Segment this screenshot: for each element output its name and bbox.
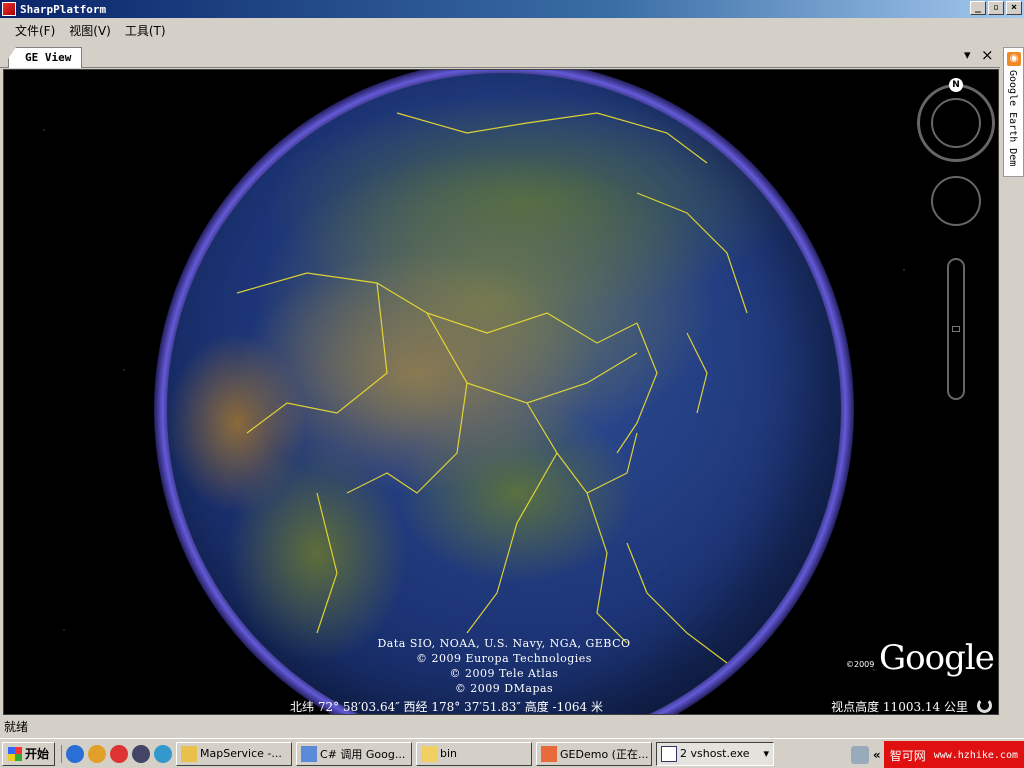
look-joystick[interactable] xyxy=(931,98,981,148)
media-icon[interactable] xyxy=(88,744,107,763)
menu-view[interactable]: 视图(V) xyxy=(62,22,118,39)
browser-icon[interactable] xyxy=(154,744,173,763)
north-indicator-icon[interactable]: N xyxy=(949,78,963,92)
attribution-line-2: © 2009 Europa Technologies xyxy=(416,652,592,665)
taskbar-item-gedemo[interactable]: GEDemo (正在... xyxy=(536,741,653,766)
eye-altitude: 视点高度 11003.14 公里 xyxy=(831,700,968,714)
app-icon xyxy=(181,745,198,762)
taskbar-item-label: bin xyxy=(440,747,458,760)
app-icon xyxy=(541,745,558,762)
start-label: 开始 xyxy=(25,747,50,761)
taskbar-item-mapservice[interactable]: MapService -... xyxy=(176,741,293,766)
taskbar-item-label: GEDemo (正在... xyxy=(560,747,649,761)
taskbar-item-bin[interactable]: bin xyxy=(416,741,533,766)
brand-url: www.hzhike.com xyxy=(933,749,1018,761)
side-panel-tab[interactable]: ◉ Google Earth Dem xyxy=(1003,47,1024,177)
disk-icon[interactable] xyxy=(132,744,151,763)
document-tab-strip: GE View ▾ × xyxy=(0,44,1000,68)
quick-launch xyxy=(61,744,173,763)
window-title: SharpPlatform xyxy=(20,2,107,16)
taskbar-item-csharp[interactable]: C# 调用 Goog... xyxy=(296,741,413,766)
folder-icon xyxy=(421,745,438,762)
move-joystick[interactable] xyxy=(931,176,981,226)
title-bar[interactable]: SharpPlatform _ ▫ × xyxy=(0,0,1024,18)
loading-spinner-icon xyxy=(977,698,992,713)
watermark-brand: 智可网 www.hzhike.com xyxy=(883,741,1024,768)
taskbar: 开始 MapService -... C# 调用 Goog... bin GED… xyxy=(0,738,1024,768)
taskbar-item-vshost[interactable]: 2 vshost.exe ▾ xyxy=(656,741,775,766)
messenger-icon[interactable] xyxy=(110,744,129,763)
zoom-slider-thumb[interactable] xyxy=(952,326,960,332)
menu-file[interactable]: 文件(F) xyxy=(8,22,62,39)
google-copyright: ©2009 xyxy=(846,660,875,669)
menu-tools[interactable]: 工具(T) xyxy=(118,22,173,39)
taskbar-item-label: 2 vshost.exe xyxy=(680,747,750,760)
system-tray: « 智可网 www.hzhike.com xyxy=(850,741,1024,768)
google-logo: Google xyxy=(879,638,995,678)
minimize-button[interactable]: _ xyxy=(970,1,986,15)
ie-icon[interactable] xyxy=(66,744,85,763)
taskbar-item-label: MapService -... xyxy=(200,747,282,760)
menu-bar: 文件(F) 视图(V) 工具(T) xyxy=(0,19,1024,41)
earth-map-view[interactable]: N Data SIO, NOAA, U.S. Navy, NGA, GEBCO … xyxy=(3,69,999,715)
tab-ge-view[interactable]: GE View xyxy=(8,47,83,68)
chevron-down-icon[interactable]: ▾ xyxy=(763,747,769,760)
attribution-line-1: Data SIO, NOAA, U.S. Navy, NGA, GEBCO xyxy=(377,637,631,650)
maximize-button[interactable]: ▫ xyxy=(988,1,1004,15)
attribution-line-4: © 2009 DMapas xyxy=(454,682,554,695)
rss-icon: ◉ xyxy=(1007,52,1021,66)
country-borders xyxy=(236,112,748,664)
status-bar: 就绪 xyxy=(4,720,29,734)
start-button[interactable]: 开始 xyxy=(2,741,56,766)
app-icon xyxy=(2,2,16,16)
network-icon[interactable] xyxy=(850,746,869,764)
pointer-coordinates: 北纬 72° 58′03.64″ 西经 178° 37′51.83″ 高度 -1… xyxy=(290,700,603,714)
tray-chevron-icon[interactable]: « xyxy=(873,748,881,762)
brand-name: 智可网 xyxy=(889,748,926,763)
close-button[interactable]: × xyxy=(1006,1,1022,15)
document-icon xyxy=(301,745,318,762)
tab-dropdown-icon[interactable]: ▾ xyxy=(964,48,971,63)
attribution-line-3: © 2009 Tele Atlas xyxy=(449,667,559,680)
window-icon xyxy=(661,745,678,762)
taskbar-item-label: C# 调用 Goog... xyxy=(320,747,406,761)
tab-close-icon[interactable]: × xyxy=(981,46,994,64)
side-panel-label: Google Earth Dem xyxy=(1007,70,1018,167)
windows-logo-icon xyxy=(8,746,22,761)
